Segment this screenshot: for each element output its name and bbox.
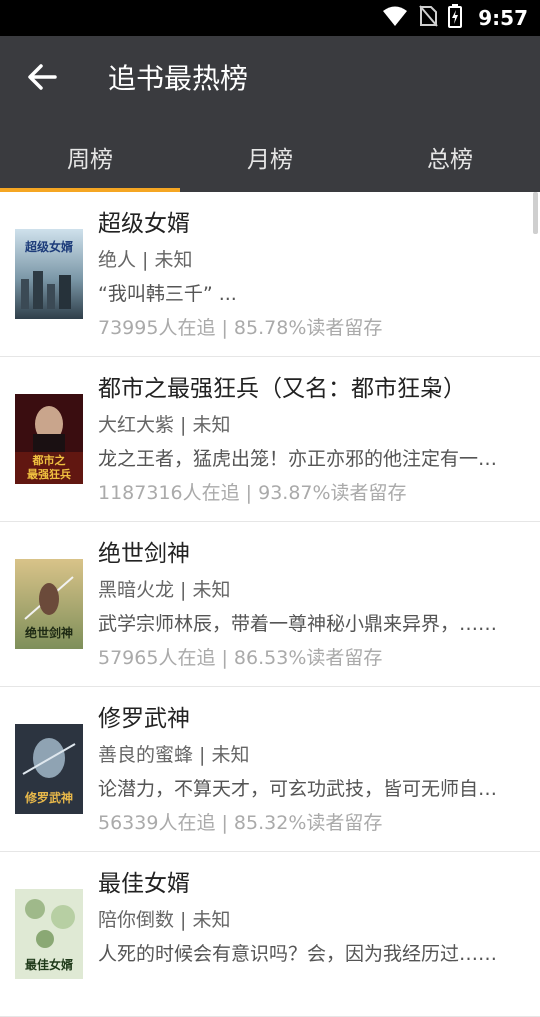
- book-title: 超级女婿: [98, 211, 190, 237]
- arrow-left-icon: [27, 63, 57, 95]
- tab-bar: 周榜 月榜 总榜: [0, 122, 540, 192]
- book-description: 论潜力，不算天才，可玄功武技，皆可无师自通……: [98, 778, 512, 800]
- tab-total[interactable]: 总榜: [360, 122, 540, 192]
- toolbar: 追书最热榜: [0, 36, 540, 122]
- book-title: 绝世剑神: [98, 541, 190, 567]
- book-author: 黑暗火龙 | 未知: [98, 579, 231, 601]
- battery-charging-icon: [448, 4, 463, 32]
- svg-text:最佳女婿: 最佳女婿: [25, 957, 73, 972]
- book-cover: 最佳女婿: [15, 889, 83, 979]
- book-author: 大红大紫 | 未知: [98, 414, 231, 436]
- book-stats: 56339人在追 | 85.32%读者留存: [98, 812, 383, 834]
- back-button[interactable]: [22, 58, 62, 100]
- book-title: 最佳女婿: [98, 871, 190, 897]
- book-cover: 修罗武神: [15, 724, 83, 814]
- book-author: 绝人 | 未知: [98, 249, 193, 271]
- status-icons: 9:57: [382, 0, 528, 36]
- tab-monthly[interactable]: 月榜: [180, 122, 360, 192]
- page-title: 追书最热榜: [108, 62, 249, 95]
- svg-text:都市之: 都市之: [32, 453, 66, 467]
- list-item[interactable]: 绝世剑神 绝世剑神 黑暗火龙 | 未知 武学宗师林辰，带着一尊神秘小鼎来异界，……: [0, 522, 540, 687]
- status-time: 9:57: [478, 6, 528, 30]
- list-item[interactable]: 修罗武神 修罗武神 善良的蜜蜂 | 未知 论潜力，不算天才，可玄功武技，皆可无师…: [0, 687, 540, 852]
- book-cover: 绝世剑神: [15, 559, 83, 649]
- status-bar: 9:57: [0, 0, 540, 36]
- svg-text:绝世剑神: 绝世剑神: [25, 625, 73, 640]
- book-stats: 1187316人在追 | 93.87%读者留存: [98, 482, 407, 504]
- book-description: “我叫韩三千” ...: [98, 283, 237, 305]
- book-cover: 超级女婿: [15, 229, 83, 319]
- book-list: 超级女婿 超级女婿 绝人 | 未知 “我叫韩三千” ... 73995人在追 |…: [0, 192, 540, 1017]
- svg-text:修罗武神: 修罗武神: [24, 790, 73, 805]
- book-cover: 都市之 最强狂兵: [15, 394, 83, 484]
- book-stats: 73995人在追 | 85.78%读者留存: [98, 317, 383, 339]
- tab-label: 总榜: [427, 147, 473, 173]
- book-description: 龙之王者，猛虎出笼！亦正亦邪的他注定有一番不平凡的经历……: [98, 448, 512, 470]
- list-item[interactable]: 超级女婿 超级女婿 绝人 | 未知 “我叫韩三千” ... 73995人在追 |…: [0, 192, 540, 357]
- list-item[interactable]: 都市之 最强狂兵 都市之最强狂兵（又名：都市狂枭） 大红大紫 | 未知 龙之王者…: [0, 357, 540, 522]
- svg-text:超级女婿: 超级女婿: [24, 239, 73, 254]
- book-stats: 57965人在追 | 86.53%读者留存: [98, 647, 383, 669]
- list-item[interactable]: 最佳女婿 最佳女婿 陪你倒数 | 未知 人死的时候会有意识吗？会，因为我经历过……: [0, 852, 540, 1017]
- book-description: 武学宗师林辰，带着一尊神秘小鼎来异界，……: [98, 613, 498, 635]
- wifi-icon: [382, 5, 408, 31]
- book-title: 修罗武神: [98, 706, 190, 732]
- no-sim-icon: [418, 5, 439, 31]
- book-description: 人死的时候会有意识吗？会，因为我经历过……: [98, 943, 498, 965]
- book-author: 善良的蜜蜂 | 未知: [98, 744, 250, 766]
- tab-label: 月榜: [247, 147, 293, 173]
- tab-weekly[interactable]: 周榜: [0, 122, 180, 192]
- book-author: 陪你倒数 | 未知: [98, 909, 231, 931]
- svg-text:最强狂兵: 最强狂兵: [27, 467, 71, 481]
- tab-label: 周榜: [67, 147, 113, 173]
- book-title: 都市之最强狂兵（又名：都市狂枭）: [98, 376, 466, 402]
- scrollbar[interactable]: [533, 192, 538, 234]
